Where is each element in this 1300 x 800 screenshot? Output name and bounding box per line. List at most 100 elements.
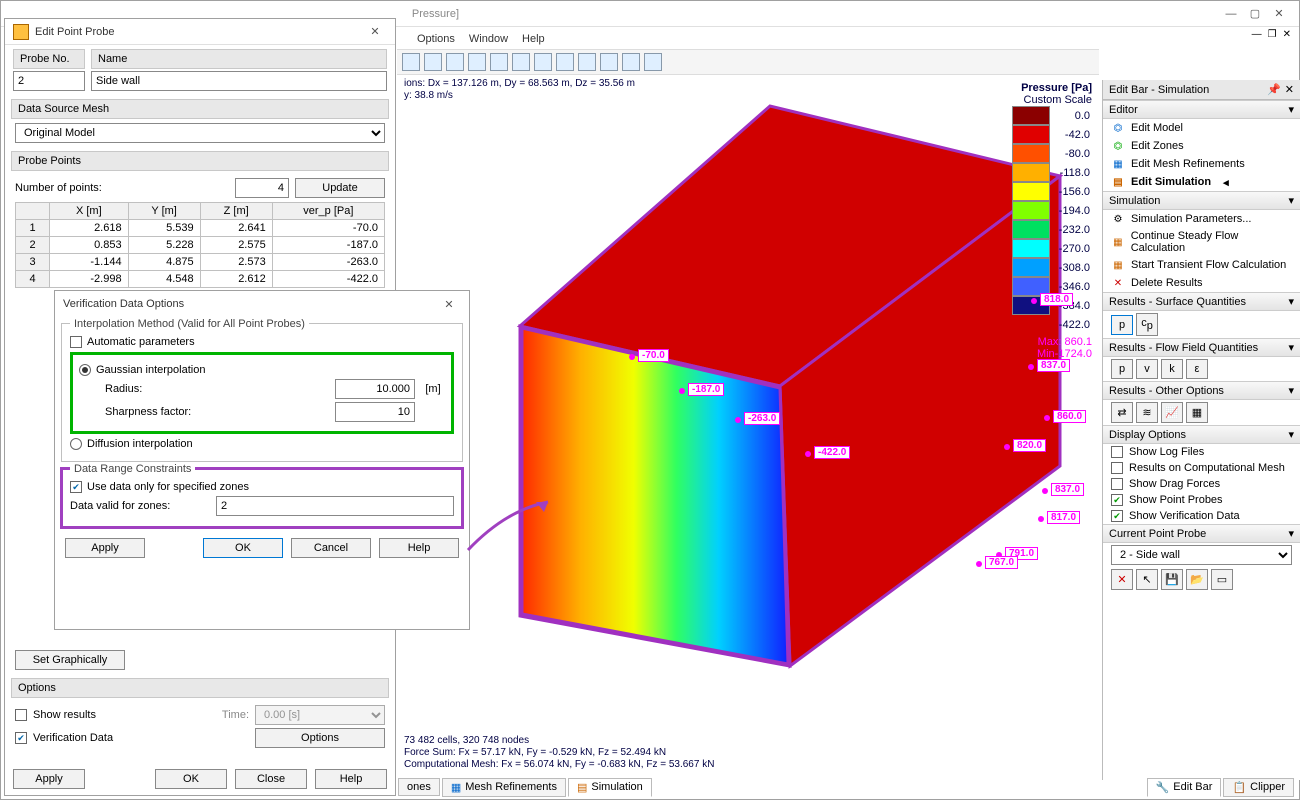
- tool-6[interactable]: [511, 52, 531, 72]
- table-row[interactable]: 12.6185.5392.641-70.0: [16, 220, 385, 237]
- viewport-3d[interactable]: ions: Dx = 137.126 m, Dy = 68.563 m, Dz …: [400, 76, 1100, 780]
- tool-4[interactable]: [467, 52, 487, 72]
- gaussian-radio[interactable]: [79, 364, 91, 376]
- table-row[interactable]: 3-1.1444.8752.573-263.0: [16, 254, 385, 271]
- table-row[interactable]: 4-2.9984.5482.612-422.0: [16, 271, 385, 288]
- btn-eps[interactable]: ε: [1186, 359, 1208, 379]
- tool-8[interactable]: [555, 52, 575, 72]
- use-zones-check[interactable]: ✔: [70, 481, 82, 493]
- opt-show-probes[interactable]: ✔Show Point Probes: [1103, 492, 1300, 508]
- opt-show-drag[interactable]: Show Drag Forces: [1103, 476, 1300, 492]
- menu-window[interactable]: Window: [469, 33, 508, 45]
- restore-icon[interactable]: —: [1252, 29, 1262, 40]
- btn-cp[interactable]: cp: [1136, 313, 1158, 336]
- group-results-surface[interactable]: Results - Surface Quantities▾: [1103, 292, 1300, 311]
- tab-zones[interactable]: ones: [398, 778, 440, 796]
- tool-11[interactable]: [621, 52, 641, 72]
- tool-1[interactable]: [401, 52, 421, 72]
- probe-save[interactable]: 💾: [1161, 569, 1183, 590]
- show-results-check[interactable]: [15, 709, 27, 721]
- verif-cancel-button[interactable]: Cancel: [291, 538, 371, 558]
- tool-2[interactable]: [423, 52, 443, 72]
- verif-close-icon[interactable]: ✕: [437, 294, 461, 314]
- probe-no-label: Probe No.: [13, 49, 85, 69]
- tool-12[interactable]: [643, 52, 663, 72]
- probe-del[interactable]: ✕: [1111, 569, 1133, 590]
- tool-9[interactable]: [577, 52, 597, 72]
- child-close-icon[interactable]: ✕: [1283, 29, 1291, 40]
- btn-arrows[interactable]: ⇄: [1111, 402, 1133, 423]
- minimize-icon[interactable]: —: [1219, 4, 1243, 24]
- group-results-other[interactable]: Results - Other Options▾: [1103, 381, 1300, 400]
- options-button[interactable]: Options: [255, 728, 385, 748]
- close-button[interactable]: Close: [235, 769, 307, 789]
- item-edit-model[interactable]: ⏣Edit Model: [1103, 119, 1300, 137]
- table-row[interactable]: 20.8535.2282.575-187.0: [16, 237, 385, 254]
- tool-3[interactable]: [445, 52, 465, 72]
- group-display[interactable]: Display Options▾: [1103, 425, 1300, 444]
- group-editor[interactable]: Editor▾: [1103, 100, 1300, 119]
- item-cont-steady[interactable]: ▦Continue Steady Flow Calculation: [1103, 228, 1300, 256]
- sidebar-tab-clipper[interactable]: 📋 Clipper: [1223, 778, 1294, 797]
- tool-7[interactable]: [533, 52, 553, 72]
- item-edit-zones[interactable]: ⏣Edit Zones: [1103, 137, 1300, 155]
- btn-k[interactable]: k: [1161, 359, 1183, 379]
- diffusion-radio[interactable]: [70, 438, 82, 450]
- apply-button[interactable]: Apply: [13, 769, 85, 789]
- menu-options[interactable]: Options: [417, 33, 455, 45]
- tab-mesh-refinements[interactable]: ▦Mesh Refinements: [442, 778, 566, 797]
- time-label: Time:: [222, 709, 249, 721]
- ok-button[interactable]: OK: [155, 769, 227, 789]
- tool-10[interactable]: [599, 52, 619, 72]
- probe-pick[interactable]: ↖: [1136, 569, 1158, 590]
- probe-win[interactable]: ▭: [1211, 569, 1233, 590]
- item-start-transient[interactable]: ▦Start Transient Flow Calculation: [1103, 256, 1300, 274]
- help-button[interactable]: Help: [315, 769, 387, 789]
- btn-stream[interactable]: ≋: [1136, 402, 1158, 423]
- item-sim-params[interactable]: ⚙Simulation Parameters...: [1103, 210, 1300, 228]
- current-probe-select[interactable]: 2 - Side wall: [1111, 545, 1292, 565]
- verif-data-check[interactable]: ✔: [15, 732, 27, 744]
- btn-p2[interactable]: p: [1111, 359, 1133, 379]
- num-points-input[interactable]: [235, 178, 289, 198]
- zones-input[interactable]: [216, 496, 454, 516]
- probe-no-input[interactable]: [13, 71, 85, 91]
- group-current-probe[interactable]: Current Point Probe▾: [1103, 524, 1300, 543]
- pin-icon[interactable]: 📌: [1267, 83, 1281, 96]
- item-edit-simulation[interactable]: ▤Edit Simulation◂: [1103, 173, 1300, 191]
- sharpness-input[interactable]: [335, 402, 415, 422]
- verif-help-button[interactable]: Help: [379, 538, 459, 558]
- set-graphically-button[interactable]: Set Graphically: [15, 650, 125, 670]
- dialog-close-icon[interactable]: ✕: [363, 22, 387, 42]
- item-edit-mesh[interactable]: ▦Edit Mesh Refinements: [1103, 155, 1300, 173]
- opt-show-verif[interactable]: ✔Show Verification Data: [1103, 508, 1300, 524]
- verif-apply-button[interactable]: Apply: [65, 538, 145, 558]
- btn-p[interactable]: p: [1111, 315, 1133, 335]
- btn-v[interactable]: v: [1136, 359, 1158, 379]
- sidebar-tab-editbar[interactable]: 🔧 Edit Bar: [1147, 778, 1222, 797]
- close-icon[interactable]: ✕: [1267, 4, 1291, 24]
- radius-input[interactable]: [335, 379, 415, 399]
- group-results-flow[interactable]: Results - Flow Field Quantities▾: [1103, 338, 1300, 357]
- btn-chart[interactable]: 📈: [1161, 402, 1183, 423]
- btn-table[interactable]: ▦: [1186, 402, 1208, 423]
- probe-tag: 860.0: [1053, 410, 1086, 423]
- opt-show-log[interactable]: Show Log Files: [1103, 444, 1300, 460]
- group-simulation[interactable]: Simulation▾: [1103, 191, 1300, 210]
- menu-help[interactable]: Help: [522, 33, 545, 45]
- tool-5[interactable]: [489, 52, 509, 72]
- child-max-icon[interactable]: ❐: [1268, 29, 1277, 40]
- auto-params-check[interactable]: [70, 336, 82, 348]
- maximize-icon[interactable]: ▢: [1243, 4, 1267, 24]
- dim-readout: ions: Dx = 137.126 m, Dy = 68.563 m, Dz …: [404, 78, 635, 89]
- item-delete-results[interactable]: ✕Delete Results: [1103, 274, 1300, 292]
- name-input[interactable]: [91, 71, 387, 91]
- probe-open[interactable]: 📂: [1186, 569, 1208, 590]
- update-button[interactable]: Update: [295, 178, 385, 198]
- opt-results-mesh[interactable]: Results on Computational Mesh: [1103, 460, 1300, 476]
- probe-tag: 837.0: [1037, 359, 1070, 372]
- verif-ok-button[interactable]: OK: [203, 538, 283, 558]
- datasource-select[interactable]: Original Model: [15, 123, 385, 143]
- tab-simulation[interactable]: ▤Simulation: [568, 778, 652, 797]
- sidebar-close-icon[interactable]: ✕: [1285, 83, 1294, 96]
